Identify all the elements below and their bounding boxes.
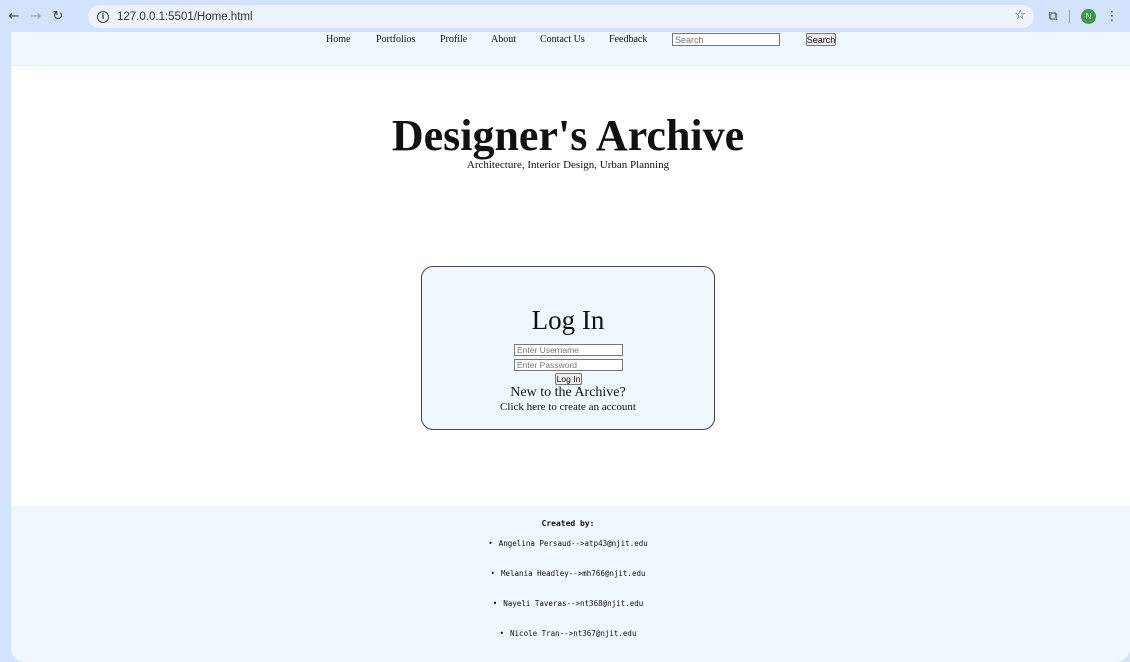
nav-link-contact-us[interactable]: Contact Us <box>540 34 585 45</box>
kebab-menu-icon[interactable]: ⋮ <box>1104 7 1120 25</box>
list-item: • Nayeli Taveras-->nt368@njit.edu <box>492 599 644 608</box>
info-icon[interactable]: i <box>97 10 109 23</box>
page-viewport: Home Portfolios Profile About Contact Us… <box>11 32 1130 662</box>
new-account-prompt: New to the Archive? <box>510 385 626 400</box>
login-title: Log In <box>531 305 605 335</box>
page-tagline: Architecture, Interior Design, Urban Pla… <box>466 159 670 171</box>
address-bar[interactable]: i 127.0.0.1:5501/Home.html ☆ <box>88 5 1034 28</box>
login-form: Log In Log In New to the Archive? Click … <box>421 266 715 430</box>
search-input[interactable] <box>672 33 780 46</box>
nav-link-home[interactable]: Home <box>326 34 350 45</box>
nav-link-about[interactable]: About <box>491 34 516 45</box>
footer-heading: Created by: <box>541 519 595 528</box>
nav-link-portfolios[interactable]: Portfolios <box>376 34 415 45</box>
list-item: • Angelina Persaud-->atp43@njit.edu <box>488 539 648 548</box>
star-icon[interactable]: ☆ <box>1014 8 1026 23</box>
list-item: • Nicole Tran-->nt367@njit.edu <box>499 629 637 638</box>
avatar[interactable]: N <box>1081 9 1096 24</box>
top-navigation: Home Portfolios Profile About Contact Us… <box>11 32 1130 66</box>
nav-link-feedback[interactable]: Feedback <box>609 34 647 45</box>
url-text[interactable]: 127.0.0.1:5501/Home.html <box>117 11 253 23</box>
creator-text: Nicole Tran-->nt367@njit.edu <box>510 629 637 638</box>
page-title: Designer's Archive <box>391 111 745 160</box>
create-account-link[interactable]: Click here to create an account <box>422 401 714 413</box>
footer: Created by: • Angelina Persaud-->atp43@nj… <box>11 506 1130 662</box>
arrow-left-icon[interactable]: ← <box>3 5 25 27</box>
list-item: • Melania Headley-->mh766@njit.edu <box>490 569 646 578</box>
username-field[interactable] <box>514 344 623 356</box>
toolbar-divider <box>1069 10 1070 23</box>
creator-text: Nayeli Taveras-->nt368@njit.edu <box>503 599 644 608</box>
login-button[interactable]: Log In <box>555 373 582 385</box>
search-button[interactable]: Search <box>806 33 836 46</box>
password-field[interactable] <box>514 359 623 371</box>
nav-link-profile[interactable]: Profile <box>440 34 467 45</box>
creator-text: Melania Headley-->mh766@njit.edu <box>501 569 646 578</box>
puzzle-icon[interactable]: ⧉ <box>1044 7 1062 25</box>
reload-icon[interactable]: ↻ <box>47 5 69 27</box>
creator-text: Angelina Persaud-->atp43@njit.edu <box>498 539 648 548</box>
arrow-right-icon[interactable]: → <box>25 5 47 27</box>
